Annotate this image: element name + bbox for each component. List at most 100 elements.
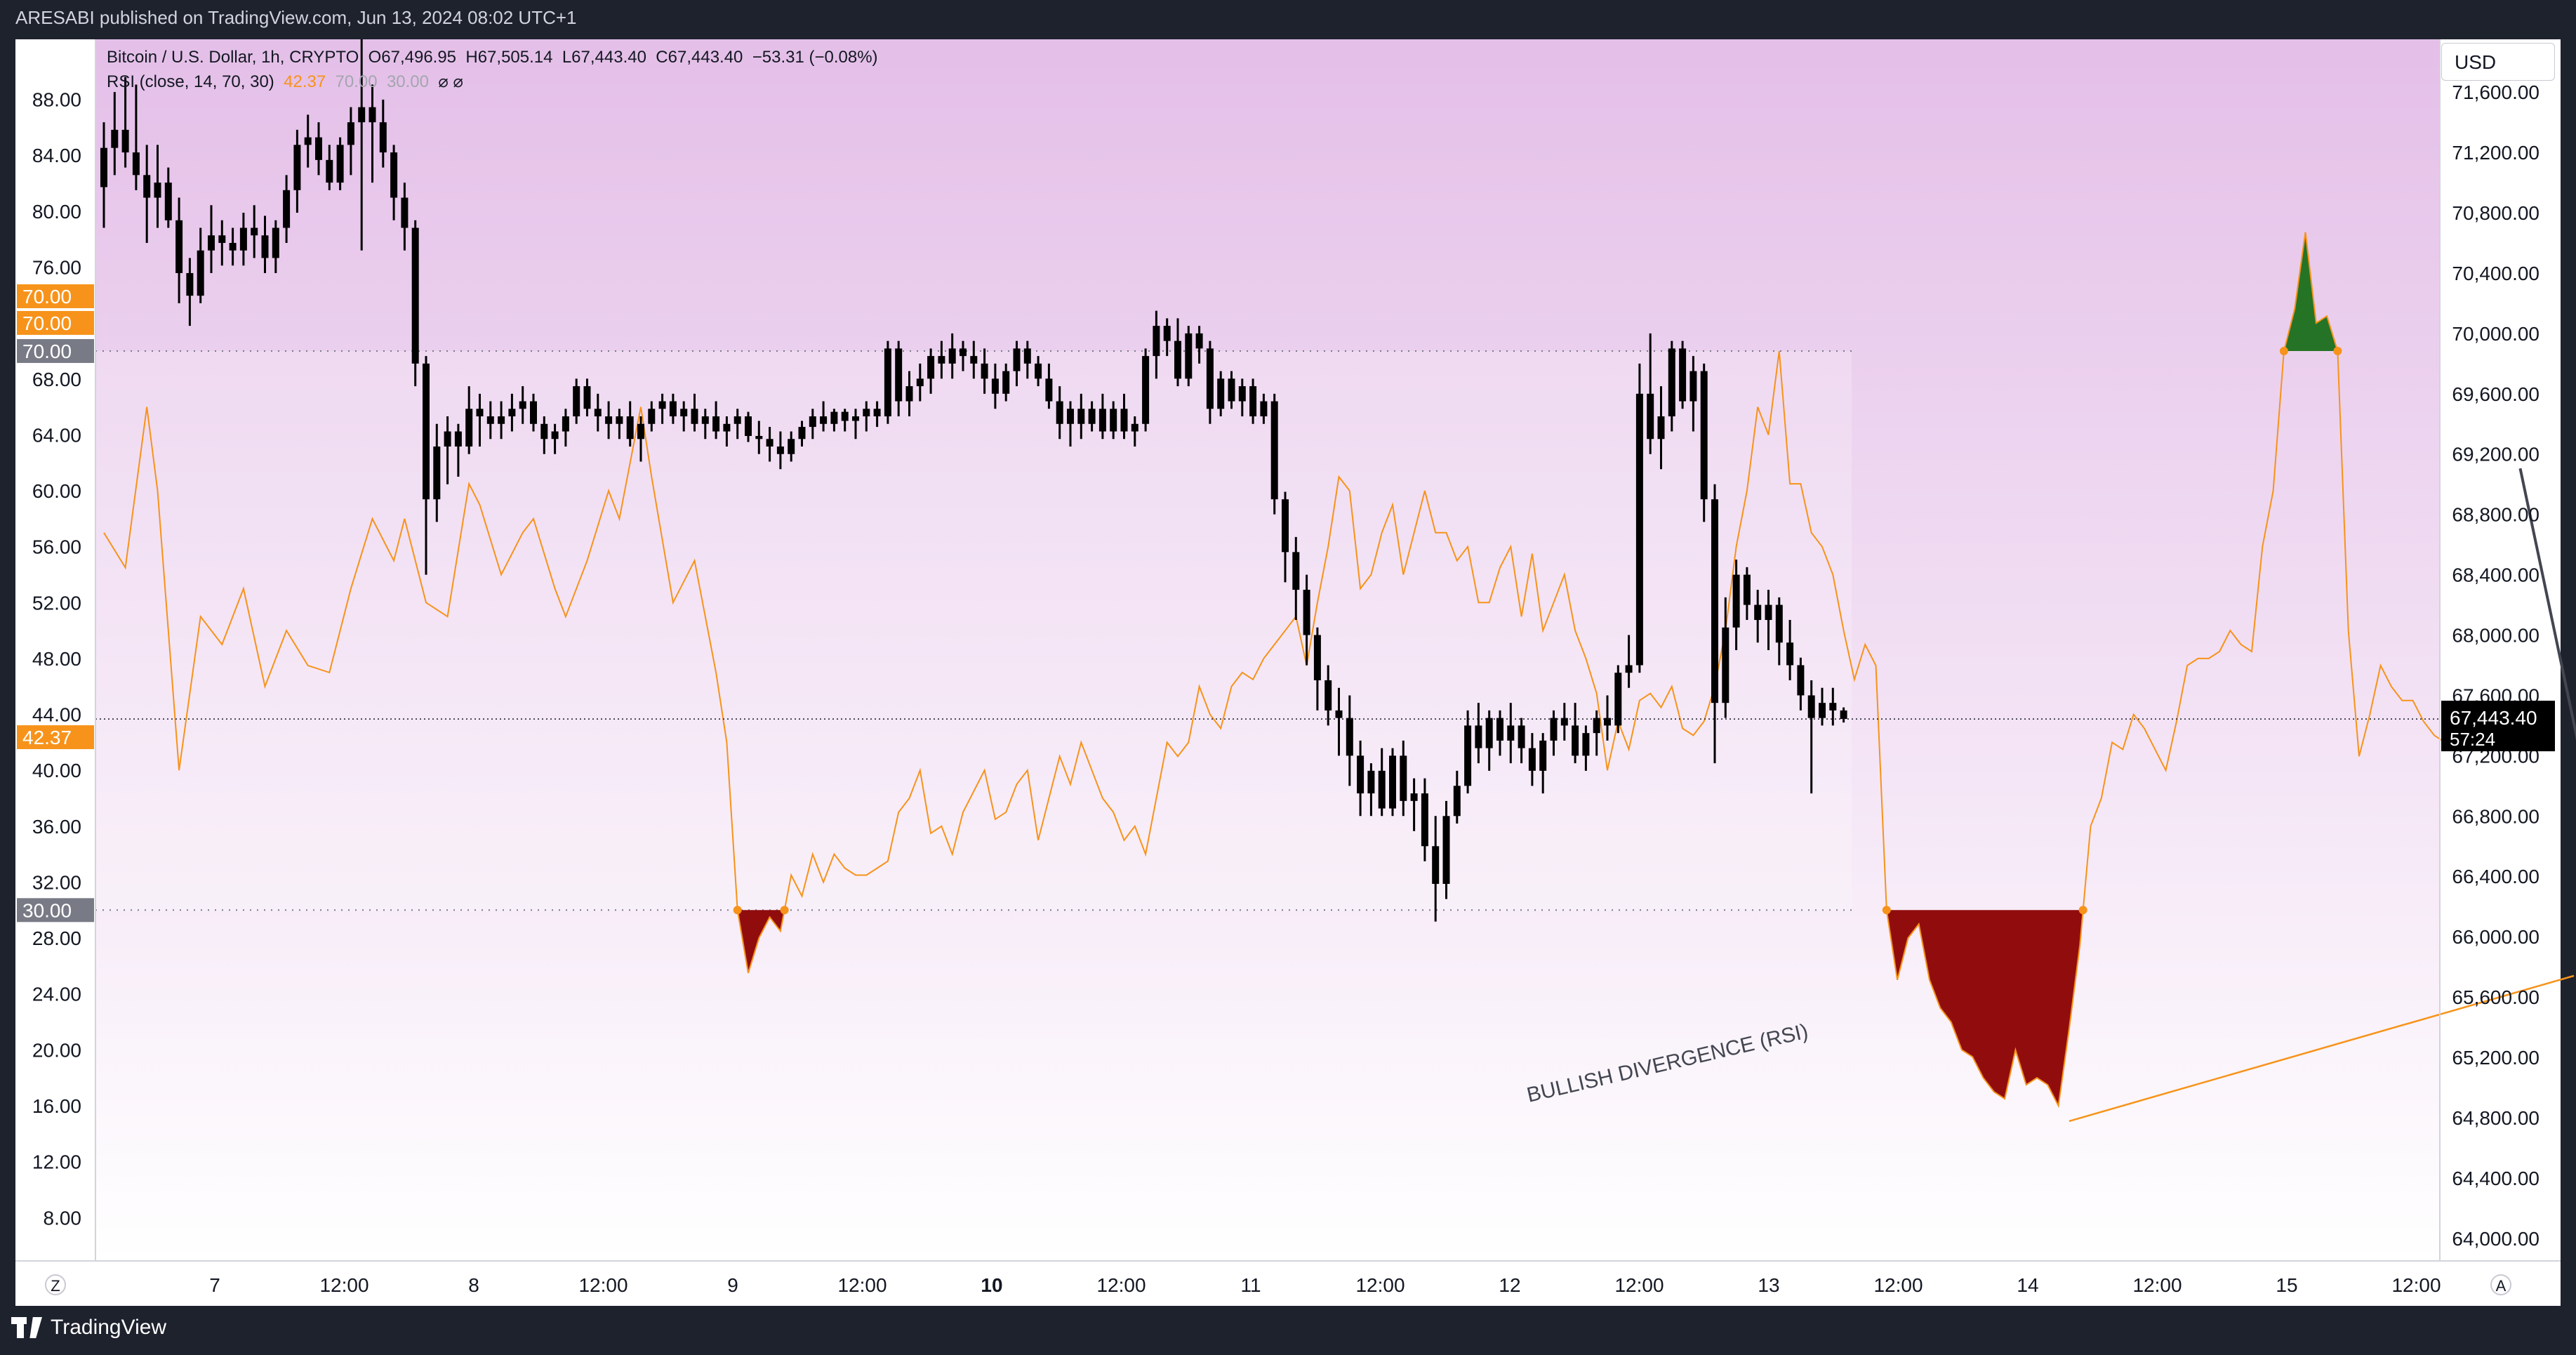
candle-body: [1045, 378, 1053, 402]
candle-body: [1432, 846, 1440, 884]
candle-body: [1475, 725, 1482, 748]
candle-body: [1335, 710, 1343, 718]
currency-button[interactable]: USD: [2441, 43, 2555, 81]
candle-body: [519, 401, 526, 409]
candle-body: [1303, 590, 1310, 635]
rsi-axis-tick-label: 32.00: [32, 871, 81, 893]
candle-body: [379, 122, 387, 153]
price-axis-tick-label: 70,400.00: [2452, 263, 2540, 284]
price-axis-tick-label: 71,200.00: [2452, 142, 2540, 164]
candle-body: [1324, 680, 1332, 710]
rsi-axis-tick-label: 60.00: [32, 480, 81, 502]
time-axis-tick-label: 10: [981, 1274, 1002, 1296]
price-chart[interactable]: BULLISH DIVERGENCE (RSI) 88.0084.0080.00…: [0, 0, 2576, 1355]
rsi-hidden-icons[interactable]: ⌀ ⌀: [438, 72, 463, 91]
candle-body: [658, 401, 666, 409]
candle-body: [1195, 333, 1203, 349]
time-axis-tick-label: 11: [1240, 1274, 1261, 1296]
candle-body: [1743, 574, 1751, 605]
rsi-value-label: 70.00: [17, 310, 94, 335]
candle-body: [1292, 552, 1300, 590]
tradingview-logo[interactable]: TradingView: [11, 1316, 166, 1340]
candle: [884, 341, 891, 424]
timezone-button[interactable]: Z: [45, 1274, 66, 1295]
price-axis-tick-label: 69,200.00: [2452, 444, 2540, 465]
candle-body: [1357, 755, 1365, 794]
candle-body: [830, 411, 838, 424]
time-axis-tick-label: 9: [727, 1274, 738, 1296]
rsi-axis-tick-label: 20.00: [32, 1039, 81, 1061]
candle-body: [251, 227, 258, 236]
candle-body: [991, 378, 999, 394]
candle-body: [852, 416, 859, 421]
last-price-text: 67,443.40: [2450, 707, 2537, 729]
candle-body: [1722, 627, 1729, 703]
symbol-legend[interactable]: Bitcoin / U.S. Dollar, 1h, CRYPTO O67,49…: [107, 48, 878, 67]
candle-body: [401, 197, 409, 228]
candle-body: [1421, 793, 1428, 847]
price-axis-tick-label: 68,000.00: [2452, 625, 2540, 647]
candle-body: [1840, 710, 1847, 720]
candle-body: [1507, 725, 1515, 741]
price-axis-tick-label: 65,600.00: [2452, 986, 2540, 1008]
candle-body: [798, 427, 806, 439]
candle-body: [1797, 665, 1805, 696]
auto-scale-button[interactable]: A: [2490, 1274, 2511, 1295]
candle: [336, 137, 344, 190]
rsi-axis-tick-label: 28.00: [32, 927, 81, 949]
candle: [1700, 363, 1708, 522]
candle-body: [1238, 386, 1246, 402]
symbol-name: Bitcoin / U.S. Dollar, 1h, CRYPTO: [107, 48, 359, 67]
candle-body: [1035, 363, 1042, 379]
price-axis-tick-label: 66,400.00: [2452, 866, 2540, 887]
auto-scale-button-label: A: [2496, 1277, 2507, 1295]
candle: [1389, 748, 1396, 817]
candle-body: [573, 386, 580, 417]
candle-body: [1228, 378, 1235, 402]
candle-body: [186, 272, 194, 296]
candle-body: [1765, 604, 1772, 621]
candle-body: [1593, 718, 1600, 734]
candle-body: [143, 175, 151, 198]
candle-body: [326, 159, 333, 183]
candle-body: [111, 129, 119, 148]
candle-body: [1185, 333, 1193, 379]
candle-body: [701, 416, 709, 424]
time-axis-tick-label: 12: [1499, 1274, 1520, 1296]
candle-body: [1572, 725, 1579, 756]
candle-body: [637, 423, 644, 439]
rsi-value-label: 70.00: [17, 338, 94, 363]
rsi-legend[interactable]: RSI (close, 14, 70, 30) 42.37 70.00 30.0…: [107, 72, 463, 92]
candle-body: [218, 235, 226, 243]
candle: [1635, 363, 1643, 673]
rsi-band-background: [95, 350, 1852, 911]
candle: [1614, 665, 1622, 734]
rsi-value-label: 70.00: [17, 284, 94, 308]
rsi-axis-tick-label: 48.00: [32, 648, 81, 670]
candle-body: [272, 227, 279, 258]
candle-body: [1110, 409, 1117, 432]
candle-body: [508, 409, 516, 417]
candle-body: [1635, 393, 1643, 666]
candle-body: [369, 107, 376, 123]
rsi-label: RSI (close, 14, 70, 30): [107, 72, 274, 91]
candle-body: [1260, 401, 1268, 417]
candle-body: [1528, 748, 1536, 771]
time-axis-tick-label: 12:00: [1355, 1274, 1405, 1296]
rsi-axis-tick-label: 24.00: [32, 984, 81, 1005]
candle-body: [1313, 635, 1321, 680]
candle-body: [1625, 665, 1633, 673]
candle-body: [905, 386, 913, 402]
candle-body: [733, 416, 741, 424]
candle-body: [1282, 499, 1289, 553]
candle-body: [1496, 718, 1503, 741]
candle-body: [1023, 348, 1031, 364]
rsi-axis[interactable]: 88.0084.0080.0076.0072.0068.0064.0060.00…: [32, 89, 81, 1229]
candle-body: [1270, 401, 1278, 500]
ohlc-low: L67,443.40: [562, 48, 646, 67]
rsi-value-label-text: 70.00: [22, 312, 72, 334]
candle-body: [486, 416, 494, 424]
rsi-axis-tick-label: 80.00: [32, 201, 81, 223]
candle-body: [1453, 786, 1461, 817]
candle-body: [1582, 733, 1590, 756]
